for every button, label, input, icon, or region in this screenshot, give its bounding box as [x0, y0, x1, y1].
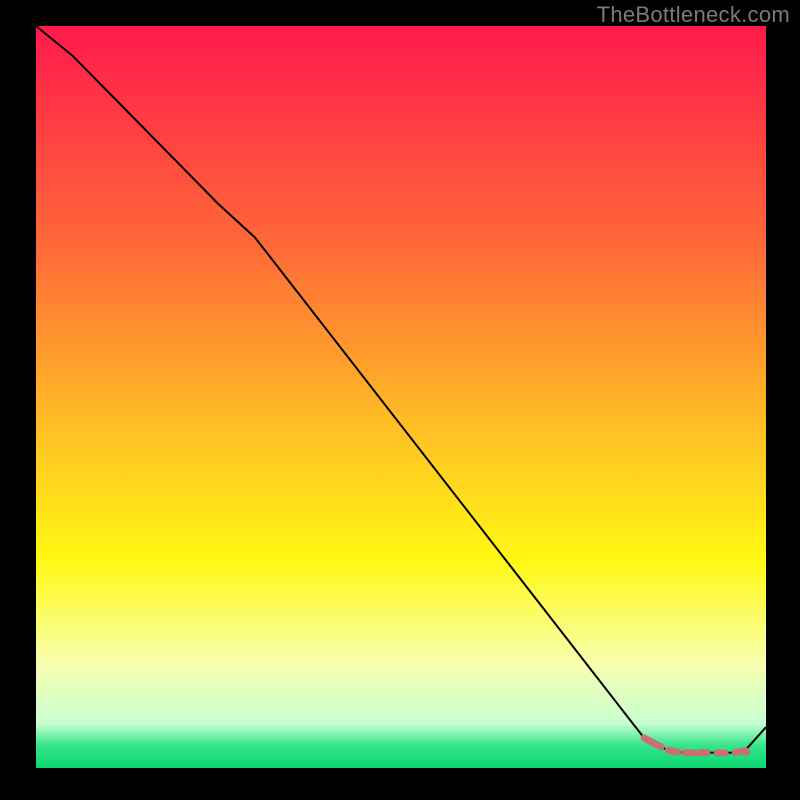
- highlight-dot: [742, 748, 750, 756]
- highlight-dash: [685, 753, 694, 754]
- chart-frame: TheBottleneck.com: [0, 0, 800, 800]
- highlight-dash: [668, 750, 678, 752]
- chart-svg: [0, 0, 800, 800]
- gradient-background: [36, 26, 766, 768]
